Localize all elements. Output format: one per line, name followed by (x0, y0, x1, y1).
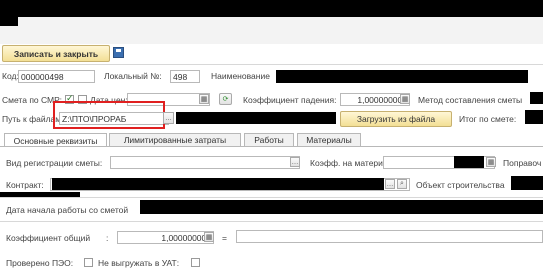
work-start-date-label: Дата начала работы со сметой (6, 205, 129, 215)
tab-panel-top-border (0, 146, 543, 147)
redacted-title (0, 0, 543, 17)
load-from-file-label: Загрузить из файла (356, 114, 436, 124)
code-field[interactable]: 000000498 (18, 70, 95, 83)
tab-limited-costs[interactable]: Лимитированные затраты (109, 133, 241, 146)
registration-type-field[interactable] (110, 156, 300, 169)
contract-label: Контракт: (6, 180, 44, 190)
tab-materials[interactable]: Материалы (297, 133, 361, 146)
redacted-contract (52, 178, 384, 190)
calculator-icon[interactable]: ▦ (486, 157, 496, 167)
section-divider (0, 221, 543, 222)
floppy-disk-icon[interactable] (113, 47, 124, 58)
redacted-method (530, 92, 543, 104)
corrections-label: Поправоч (503, 158, 542, 168)
overall-coef-field[interactable]: 1,000000000 (117, 231, 214, 244)
no-upload-uat-checkbox[interactable] (191, 258, 200, 267)
calculator-icon[interactable]: ▦ (204, 232, 214, 242)
decline-coef-label: Коэффициент падения: (243, 95, 337, 105)
construction-object-label: Объект строительства (416, 180, 505, 190)
file-path-highlight (53, 101, 165, 129)
refresh-icon[interactable]: ⟳ (219, 93, 232, 105)
redacted-work-start (140, 200, 543, 214)
ellipsis-icon[interactable]: … (290, 157, 300, 167)
save-and-close-button[interactable]: Записать и закрыть (2, 45, 110, 62)
no-upload-uat-label: Не выгружать в УАТ: (98, 258, 180, 268)
local-number-field[interactable]: 498 (170, 70, 200, 83)
overall-coef-label: Коэффициент общий (6, 233, 91, 243)
redacted-total (525, 110, 543, 124)
redacted-name (276, 70, 528, 83)
checked-pto-checkbox[interactable] (84, 258, 93, 267)
redacted-strip (0, 192, 80, 197)
estimate-total-label: Итог по смете: (459, 114, 517, 124)
toolbar-divider (0, 64, 543, 65)
local-number-label: Локальный №: (104, 71, 162, 81)
name-label: Наименование (211, 71, 270, 81)
magnifier-icon[interactable]: ⌕ (397, 179, 407, 189)
checked-pto-label: Проверено ПЭО: (6, 258, 74, 268)
equals-sign: = (222, 233, 227, 243)
estimate-method-label: Метод составления сметы (418, 95, 523, 105)
save-and-close-label: Записать и закрыть (13, 48, 99, 59)
code-label: Код: (2, 71, 19, 81)
redacted-materials-coef (454, 156, 484, 168)
tab-works[interactable]: Работы (244, 133, 294, 146)
overall-coef-formula-field[interactable] (236, 230, 543, 243)
section-divider (0, 197, 543, 198)
load-from-file-button[interactable]: Загрузить из файла (340, 111, 452, 127)
redacted-title-tail (0, 17, 18, 26)
calendar-icon[interactable]: ▦ (199, 94, 209, 104)
registration-type-label: Вид регистрации сметы: (6, 158, 103, 168)
ellipsis-icon[interactable]: … (163, 112, 174, 124)
redacted-path-extra (176, 112, 336, 124)
tab-main-details[interactable]: Основные реквизиты (4, 133, 107, 147)
redacted-object (511, 176, 543, 190)
calculator-icon[interactable]: ▦ (400, 94, 410, 104)
ellipsis-icon[interactable]: … (385, 179, 395, 189)
overall-coef-colon: : (106, 233, 109, 243)
